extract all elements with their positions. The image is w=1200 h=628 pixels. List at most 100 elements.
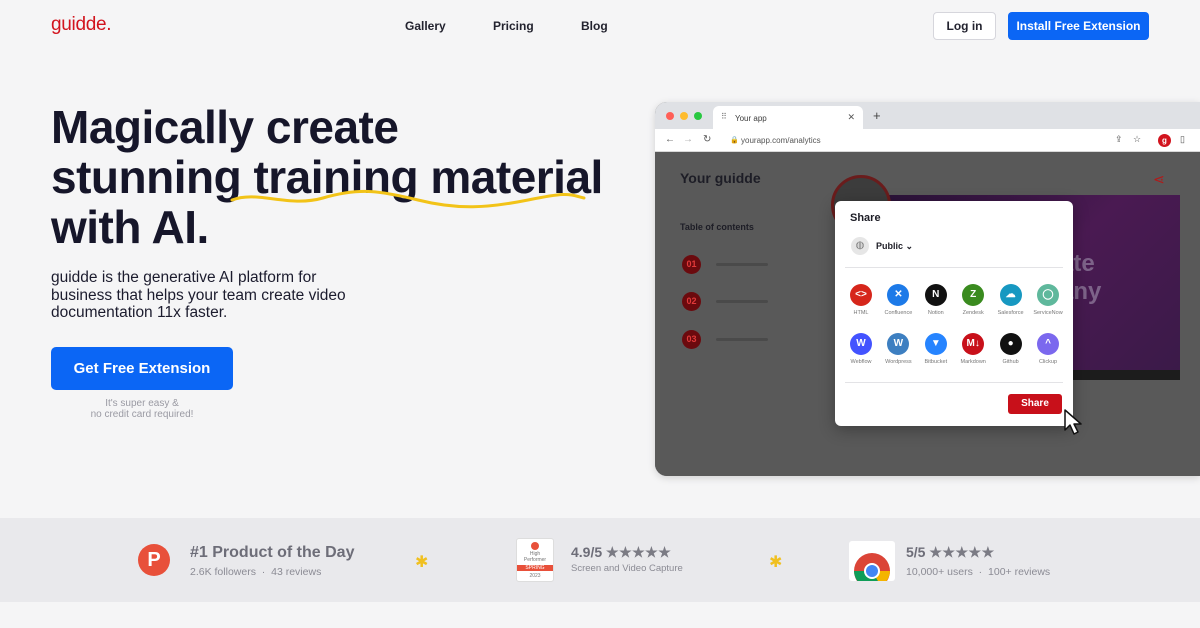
share-target-notion[interactable]: N Notion xyxy=(916,284,956,316)
producthunt-title: #1 Product of the Day xyxy=(190,544,355,561)
share-target-label: Wordpress xyxy=(885,359,912,365)
toc-placeholder-line xyxy=(716,300,768,303)
webflow-icon: W xyxy=(850,333,872,355)
share-target-label: Github xyxy=(1002,359,1019,365)
producthunt-meta: 2.6K followers · 43 reviews xyxy=(190,566,322,578)
url-field[interactable]: 🔒 yourapp.com/analytics xyxy=(725,133,1165,148)
app-grid-icon: ⠿ xyxy=(721,112,727,121)
close-window-dot-icon xyxy=(666,112,674,120)
servicenow-icon: ◯ xyxy=(1037,284,1059,306)
browser-tab[interactable]: ⠿ Your app ✕ xyxy=(713,106,863,129)
confluence-icon: ✕ xyxy=(887,284,910,306)
login-button[interactable]: Log in xyxy=(933,12,996,40)
globe-icon: ◍ xyxy=(851,237,869,255)
url-text: yourapp.com/analytics xyxy=(741,136,821,145)
forward-arrow-icon[interactable]: → xyxy=(683,134,693,145)
share-target-clickup[interactable]: ^ Clickup xyxy=(1028,333,1068,365)
share-target-github[interactable]: ● Github xyxy=(991,333,1031,365)
share-target-wordpress[interactable]: W Wordpress xyxy=(878,333,918,365)
underline-squiggle-icon xyxy=(230,190,586,209)
share-page-icon[interactable]: ⇪ xyxy=(1115,134,1123,145)
share-target-label: Clickup xyxy=(1038,359,1058,365)
chrome-rating-value: 5/5 xyxy=(906,544,926,560)
guidde-title: Your guidde xyxy=(680,170,761,186)
share-target-bitbucket[interactable]: ▼ Bitbucket xyxy=(916,333,956,365)
g2-category: Screen and Video Capture xyxy=(571,563,683,574)
g2-logo-icon xyxy=(531,542,539,550)
address-bar: ← → ↻ 🔒 yourapp.com/analytics ⇪ ☆ g ▯ xyxy=(655,129,1200,152)
cta-note: It's super easy & no credit card require… xyxy=(72,398,212,420)
toc-item[interactable]: 03 xyxy=(682,330,802,350)
toc-item[interactable]: 02 xyxy=(682,292,802,312)
github-icon: ● xyxy=(999,333,1022,355)
share-target-label: Markdown xyxy=(960,359,986,365)
sparkle-icon: ✱ xyxy=(415,554,429,571)
share-button[interactable]: Share xyxy=(1008,394,1062,414)
chrome-users: 10,000+ users xyxy=(906,566,973,578)
share-target-servicenow[interactable]: ◯ ServiceNow xyxy=(1028,284,1068,316)
g2-badge-line: 2023 xyxy=(529,573,541,579)
g2-stars-icon: ★★★★★ xyxy=(606,544,672,560)
wordpress-icon: W xyxy=(887,333,910,355)
share-target-webflow[interactable]: W Webflow xyxy=(841,333,881,365)
markdown-icon: M↓ xyxy=(962,333,985,355)
toc-placeholder-line xyxy=(716,338,768,341)
toc-number: 02 xyxy=(682,292,701,311)
share-target-label: Webflow xyxy=(850,359,872,365)
visibility-dropdown[interactable]: Public ⌄ xyxy=(876,241,913,252)
producthunt-icon[interactable]: P xyxy=(138,544,170,576)
toc-placeholder-line xyxy=(716,263,768,266)
share-target-label: ServiceNow xyxy=(1033,310,1063,316)
share-target-label: Notion xyxy=(927,310,944,316)
share-target-label: Bitbucket xyxy=(924,359,948,365)
notion-icon: N xyxy=(924,284,947,306)
share-target-label: Confluence xyxy=(884,310,913,316)
mouse-cursor-icon xyxy=(1064,409,1082,435)
clickup-icon: ^ xyxy=(1037,333,1059,355)
chrome-meta: 10,000+ users · 100+ reviews xyxy=(906,566,1051,578)
toc-item[interactable]: 01 xyxy=(682,255,802,275)
chrome-rating: 5/5 ★★★★★ xyxy=(906,544,995,561)
nav-blog-link[interactable]: Blog xyxy=(581,19,608,33)
share-target-markdown[interactable]: M↓ Markdown xyxy=(953,333,993,365)
new-tab-icon[interactable]: + xyxy=(873,108,881,123)
hero-title: Magically create stunning training mater… xyxy=(51,102,603,252)
nav-gallery-link[interactable]: Gallery xyxy=(405,19,446,33)
producthunt-reviews: 43 reviews xyxy=(271,566,322,578)
divider xyxy=(845,382,1063,383)
share-target-salesforce[interactable]: ☁ Salesforce xyxy=(991,284,1031,316)
cta-note-line: no credit card required! xyxy=(90,409,194,420)
share-target-confluence[interactable]: ✕ Confluence xyxy=(878,284,918,316)
back-arrow-icon[interactable]: ← xyxy=(665,134,675,145)
hero-subtitle: guidde is the generative AI platform for… xyxy=(51,269,346,321)
salesforce-icon: ☁ xyxy=(999,284,1022,306)
g2-badge-icon[interactable]: High Performer SPRING 2023 xyxy=(516,538,554,582)
visibility-value: Public xyxy=(876,241,904,251)
producthunt-followers: 2.6K followers xyxy=(190,566,256,578)
g2-rating: 4.9/5 ★★★★★ xyxy=(571,544,671,561)
sidebar-icon[interactable]: ▯ xyxy=(1180,134,1185,145)
share-target-zendesk[interactable]: Z Zendesk xyxy=(953,284,993,316)
nav-pricing-link[interactable]: Pricing xyxy=(493,19,534,33)
browser-tab-title: Your app xyxy=(735,114,767,123)
share-target-html[interactable]: <> HTML xyxy=(841,284,881,316)
chrome-store-tile[interactable] xyxy=(849,541,895,589)
share-nodes-icon[interactable]: ⋖ xyxy=(1153,171,1165,188)
close-tab-icon[interactable]: ✕ xyxy=(847,112,855,123)
share-dialog-title: Share xyxy=(850,212,881,224)
toc-label: Table of contents xyxy=(680,222,754,232)
share-target-label: Salesforce xyxy=(997,310,1024,316)
zendesk-icon: Z xyxy=(962,284,985,306)
bookmark-star-icon[interactable]: ☆ xyxy=(1133,134,1141,145)
guidde-extension-icon[interactable]: g xyxy=(1158,134,1171,147)
maximize-window-dot-icon xyxy=(694,112,702,120)
chevron-down-icon: ⌄ xyxy=(905,241,914,251)
chrome-icon xyxy=(854,553,890,589)
install-extension-button[interactable]: Install Free Extension xyxy=(1008,12,1149,40)
browser-tab-bar: ⠿ Your app ✕ + xyxy=(655,102,1200,129)
reload-icon[interactable]: ↻ xyxy=(703,134,711,145)
toc-number: 01 xyxy=(682,255,701,274)
get-free-extension-button[interactable]: Get Free Extension xyxy=(51,347,233,390)
hero-title-line: Magically create xyxy=(51,101,399,153)
g2-badge-line: SPRING xyxy=(517,565,553,571)
